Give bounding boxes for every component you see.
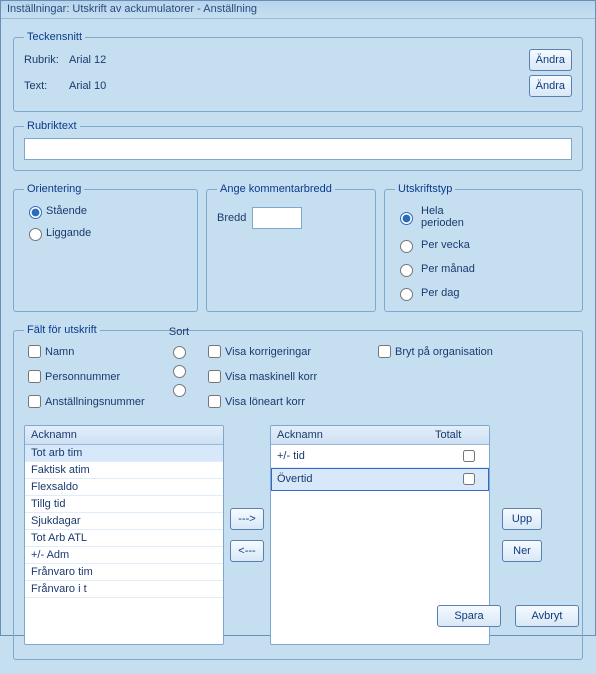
window-title: Inställningar: Utskrift av ackumulatorer… [7,3,257,15]
rubriktext-legend: Rubriktext [24,120,80,132]
list-item[interactable]: Tot Arb ATL [25,530,223,547]
list-item[interactable]: Flexsaldo [25,479,223,496]
rubrik-value: Arial 12 [69,54,529,66]
rubrik-label: Rubrik: [24,54,69,66]
list-item[interactable]: Faktisk atim [25,462,223,479]
print-type-vecka[interactable]: Per vecka [395,237,485,253]
font-legend: Teckensnitt [24,31,85,43]
check-bryt-org[interactable]: Bryt på organisation [374,342,493,361]
check-namn[interactable]: Namn [24,342,154,361]
selected-header-ack: Acknamn [277,429,435,441]
orientation-radio-staende[interactable] [29,206,42,219]
comment-width-group: Ange kommentarbredd Bredd [206,183,376,312]
settings-window: Inställningar: Utskrift av ackumulatorer… [0,0,596,636]
content: Teckensnitt Rubrik: Arial 12 Ändra Text:… [1,19,595,674]
available-list-body[interactable]: Tot arb tim Faktisk atim Flexsaldo Tillg… [25,445,223,643]
width-input[interactable] [252,207,302,229]
list-item[interactable]: Tillg tid [25,496,223,513]
check-loneart[interactable]: Visa löneart korr [204,392,364,411]
orientation-option-staende[interactable]: Stående [24,203,187,219]
sort-radio-3[interactable] [173,384,186,397]
rubriktext-group: Rubriktext [13,120,583,171]
totalt-check[interactable] [463,450,475,462]
orientation-legend: Orientering [24,183,84,195]
print-type-legend: Utskriftstyp [395,183,455,195]
available-listbox[interactable]: Acknamn Tot arb tim Faktisk atim Flexsal… [24,425,224,645]
move-left-button[interactable]: <--- [230,540,264,562]
width-label: Bredd [217,212,246,224]
text-label: Text: [24,80,69,92]
title-bar: Inställningar: Utskrift av ackumulatorer… [1,1,595,19]
orientation-option-liggande[interactable]: Liggande [24,225,187,241]
selected-header-tot: Totalt [435,429,483,441]
sort-radio-1[interactable] [173,346,186,359]
move-up-button[interactable]: Upp [502,508,542,530]
change-text-button[interactable]: Ändra [529,75,572,97]
list-item[interactable]: Frånvaro tim [25,564,223,581]
print-type-group: Utskriftstyp Hela perioden Per vecka Per… [384,183,583,312]
orientation-group: Orientering Stående Liggande [13,183,198,312]
footer: Spara Avbryt [437,605,579,627]
fields-legend: Fält för utskrift [24,324,100,336]
save-button[interactable]: Spara [437,605,501,627]
table-row[interactable]: +/- tid [271,445,489,468]
table-row[interactable]: Övertid [271,468,489,491]
list-item[interactable]: Sjukdagar [25,513,223,530]
print-type-manad[interactable]: Per månad [395,261,485,277]
print-type-dag[interactable]: Per dag [395,285,485,301]
sort-label: Sort [169,326,189,338]
move-right-button[interactable]: ---> [230,508,264,530]
change-rubrik-button[interactable]: Ändra [529,49,572,71]
print-type-hela[interactable]: Hela perioden [395,205,485,229]
sort-radio-2[interactable] [173,365,186,378]
check-anstallningsnummer[interactable]: Anställningsnummer [24,392,154,411]
text-value: Arial 10 [69,80,529,92]
available-header: Acknamn [31,429,217,441]
font-group: Teckensnitt Rubrik: Arial 12 Ändra Text:… [13,31,583,112]
check-maskinell[interactable]: Visa maskinell korr [204,367,364,386]
orientation-radio-liggande[interactable] [29,228,42,241]
list-item[interactable]: Frånvaro i t [25,581,223,598]
comment-width-legend: Ange kommentarbredd [217,183,335,195]
list-item[interactable]: +/- Adm [25,547,223,564]
list-item[interactable]: Tot arb tim [25,445,223,462]
totalt-check[interactable] [463,473,475,485]
cancel-button[interactable]: Avbryt [515,605,579,627]
check-korrigeringar[interactable]: Visa korrigeringar [204,342,364,361]
move-down-button[interactable]: Ner [502,540,542,562]
rubriktext-input[interactable] [24,138,572,160]
check-personnummer[interactable]: Personnummer [24,367,154,386]
